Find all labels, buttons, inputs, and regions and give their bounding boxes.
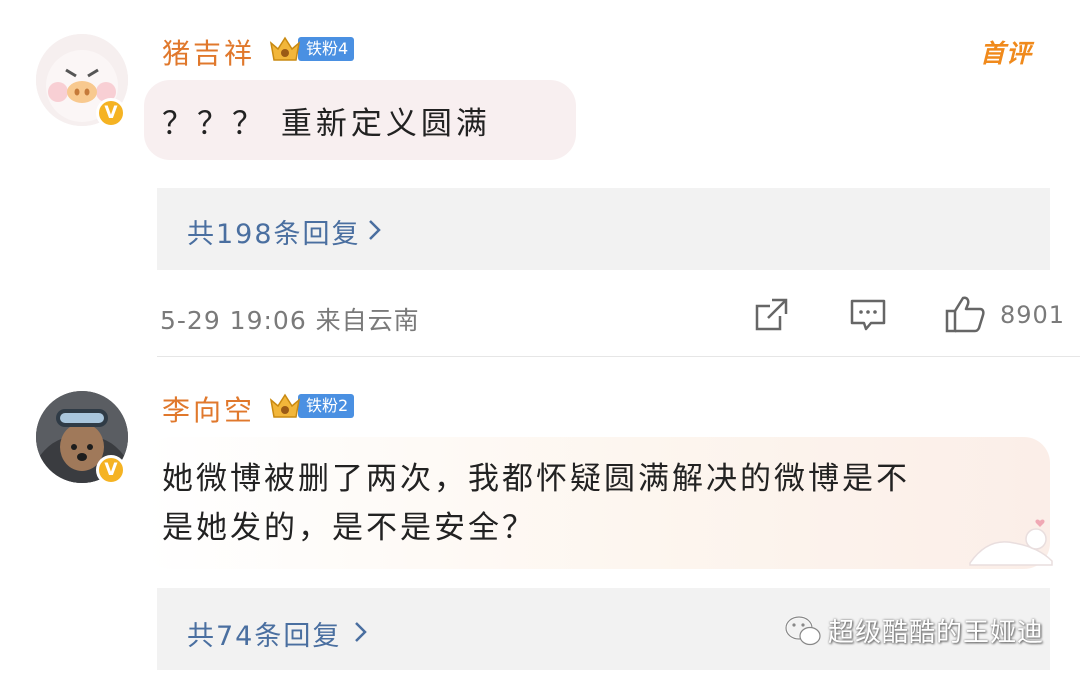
username[interactable]: 李向空 <box>162 389 255 429</box>
watermark-text: 超级酷酷的王娅迪 <box>828 618 1045 648</box>
crown-icon <box>269 36 301 61</box>
verified-icon: V <box>96 455 126 485</box>
chevron-right-icon <box>369 220 381 240</box>
comment-1: V 猪吉祥 铁粉4 首评 ？？？ 重新定义圆满 共198条回复 5-29 19:… <box>0 0 1080 356</box>
comment-icon[interactable] <box>849 296 887 334</box>
comment-text-line-2: 是她发的，是不是安全？ <box>162 510 536 546</box>
comment-text-line-1: 她微博被删了两次，我都怀疑圆满解决的微博是不 <box>162 461 910 497</box>
watermark: 超级酷酷的王娅迪 <box>784 612 1044 649</box>
share-icon[interactable] <box>752 296 790 334</box>
replies-label: 共198条回复 <box>187 219 361 250</box>
fan-badge[interactable]: 铁粉4 <box>268 34 355 64</box>
fan-badge[interactable]: 铁粉2 <box>268 391 355 421</box>
fan-badge-label: 铁粉2 <box>298 394 355 418</box>
verified-icon: V <box>96 98 126 128</box>
crown-icon <box>269 393 301 418</box>
replies-bar[interactable]: 共198条回复 <box>157 188 1050 270</box>
like-count: 8901 <box>1000 301 1066 329</box>
chevron-right-icon <box>355 622 367 642</box>
wechat-icon <box>784 615 821 645</box>
bubble-decoration-icon <box>969 519 1053 566</box>
username[interactable]: 猪吉祥 <box>162 32 255 72</box>
timestamp: 5-29 19:06 来自云南 <box>160 306 420 335</box>
comment-text: ？？？ 重新定义圆满 <box>162 106 491 142</box>
replies-label: 共74条回复 <box>187 621 342 652</box>
fan-badge-label: 铁粉4 <box>298 37 355 61</box>
first-comment-badge: 首评 <box>980 39 1033 68</box>
like-icon[interactable] <box>944 294 986 334</box>
